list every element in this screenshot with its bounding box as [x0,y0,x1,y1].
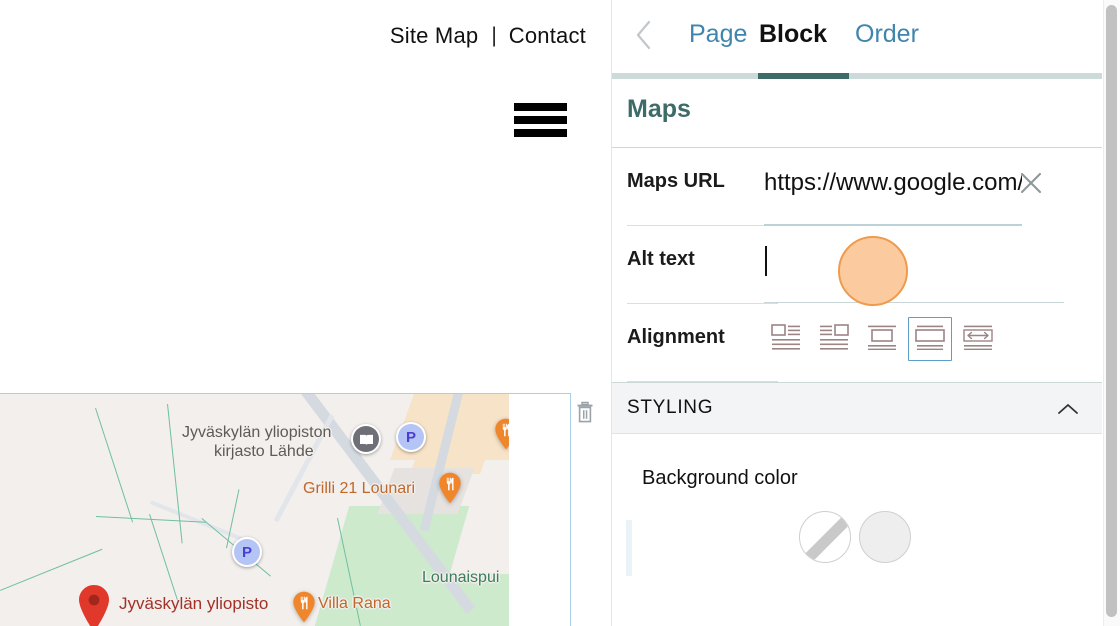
hamburger-bar-2 [514,116,567,124]
tab-order[interactable]: Order [855,20,919,49]
map-label-villa-rana: Villa Rana [318,595,391,612]
field-row-alignment: Alignment [612,304,1102,382]
place-marker-icon[interactable] [76,584,112,626]
align-float-right-button[interactable] [812,317,856,361]
nav-link-site-map[interactable]: Site Map [390,23,478,49]
alt-text-underline [764,302,1064,303]
website-preview-canvas: Site Map | Contact Jyväskylän yliopiston… [0,0,611,626]
map-label-grilli: Grilli 21 Lounari [303,480,416,497]
background-color-swatches [799,511,911,563]
block-editor-panel: Page Block Order Maps Maps URL https://w… [611,0,1120,626]
background-color-label: Background color [642,467,798,489]
parking-pin-icon[interactable]: P [396,422,426,452]
hamburger-menu-icon[interactable] [514,101,567,139]
styling-title: STYLING [627,397,714,418]
restaurant-pin-icon-2[interactable] [490,418,509,450]
align-float-left-button[interactable] [764,317,808,361]
map-label-library-1: Jyväskylän yliopiston [182,424,332,441]
field-row-alt-text: Alt text [612,226,1102,304]
align-center-small-icon [867,324,897,355]
parking-pin-glyph: P [398,424,424,450]
swatch-none[interactable] [799,511,851,563]
section-heading-maps: Maps [612,72,1102,148]
tab-track [612,73,1102,79]
hamburger-bar-3 [514,129,567,137]
section-title: Maps [627,95,691,123]
restaurant-pin-icon[interactable] [434,472,466,504]
alt-text-label: Alt text [627,248,695,270]
align-center-wide-icon [915,324,945,355]
chevron-up-icon[interactable] [1056,397,1080,421]
map-label-library-2: kirjasto Lähde [214,443,314,460]
map-label-lounaispuisto: Lounaispui [422,569,500,586]
tab-active-indicator [758,73,849,79]
align-center-small-button[interactable] [860,317,904,361]
alt-text-input[interactable] [764,244,1064,278]
alt-text-control [764,226,1102,304]
library-pin-icon[interactable] [351,424,381,454]
library-pin-glyph [353,426,379,452]
site-navigation: Site Map | Contact [0,19,586,53]
align-float-left-icon [771,323,801,355]
parking-pin-glyph-2: P [234,539,260,565]
align-float-right-icon [819,323,849,355]
chevron-left-icon[interactable] [627,18,661,52]
accent-strip [626,520,632,576]
align-center-wide-button[interactable] [908,317,952,361]
app-root: Site Map | Contact Jyväskylän yliopiston… [0,0,1120,626]
tab-block[interactable]: Block [759,20,827,49]
parking-pin-icon-2[interactable]: P [232,537,262,567]
swatch-grey[interactable] [859,511,911,563]
align-full-width-button[interactable] [956,317,1000,361]
google-map-embed[interactable]: Jyväskylän yliopiston kirjasto Lähde Gri… [0,394,509,626]
alignment-control [764,304,1102,382]
nav-link-contact[interactable]: Contact [509,23,586,49]
panel-scrollbar-track[interactable] [1103,0,1120,626]
tab-page[interactable]: Page [689,20,747,49]
text-caret [765,246,767,276]
background-color-row: Background color [612,434,1102,576]
restaurant-pin-icon-3[interactable] [288,591,320,623]
field-row-maps-url: Maps URL [612,148,1102,226]
nav-separator: | [491,24,497,47]
editor-tabbar: Page Block Order [612,0,1102,79]
align-full-width-icon [963,324,993,355]
trash-icon[interactable] [571,398,599,426]
alignment-label: Alignment [627,326,725,348]
panel-scrollbar-thumb[interactable] [1106,5,1117,617]
styling-section-header[interactable]: STYLING [612,382,1102,434]
map-block-selected[interactable]: Jyväskylän yliopiston kirjasto Lähde Gri… [0,393,571,626]
hamburger-bar-1 [514,103,567,111]
maps-url-label: Maps URL [627,170,725,192]
maps-url-control [764,148,1102,226]
close-x-icon[interactable] [1016,168,1046,198]
alignment-option-group [764,317,1000,361]
maps-url-input[interactable] [764,166,1022,200]
map-label-jyvaskylan-yliopisto: Jyväskylän yliopisto [119,594,269,613]
